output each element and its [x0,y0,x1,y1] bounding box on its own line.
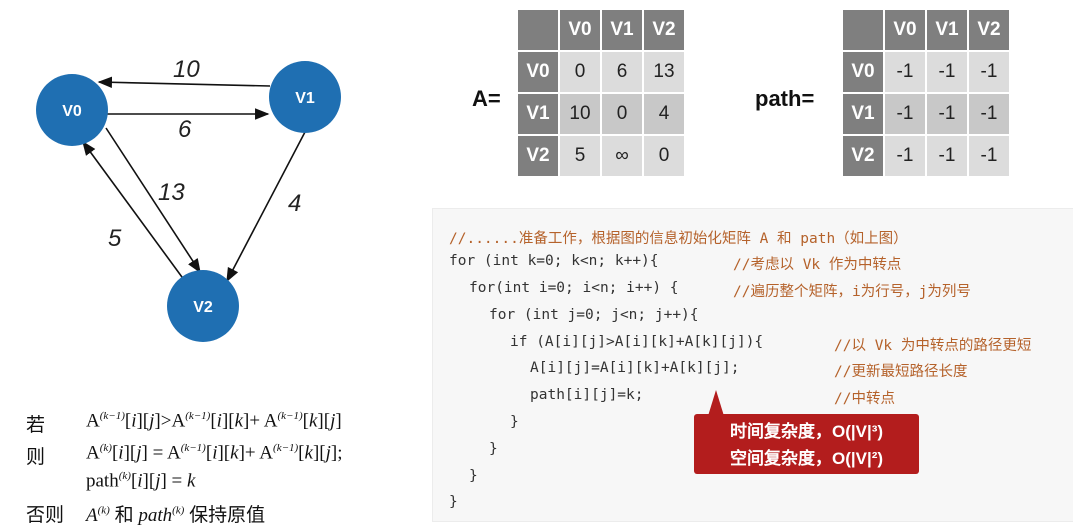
matrix-a-cell: 0 [602,94,642,134]
matrix-path-row-header: V0 [843,52,883,92]
matrix-path-cell: -1 [969,94,1009,134]
edge-weight-v0-v1: 6 [178,116,192,143]
formula-if-word: 若 [26,415,46,436]
matrix-path-row-header: V1 [843,94,883,134]
matrix-path-col-header: V2 [969,10,1009,50]
matrix-a-cell: 0 [560,52,600,92]
code-close-brace: } [489,441,498,457]
matrix-a-corner [518,10,558,50]
matrix-path-cell: -1 [885,136,925,176]
matrix-path-row-header: V2 [843,136,883,176]
edge-weight-v2-v0: 5 [108,225,122,252]
formula-if-condition: A(k−1)[i][j]>A(k−1)[i][k]+ A(k−1)[k][j] [86,410,342,432]
code-close-brace: } [469,468,478,484]
time-complexity: 时间复杂度，O(|V|³) [729,422,884,441]
matrix-a-row-header: V0 [518,52,558,92]
matrix-a-col-header: V2 [644,10,684,50]
code-comment-init: //......准备工作，根据图的信息初始化矩阵 A 和 path（如上图） [449,231,908,247]
matrix-path-cell: -1 [927,136,967,176]
matrix-a-cell: 10 [560,94,600,134]
code-comment-for-i: //遍历整个矩阵，i为行号，j为列号 [733,284,971,300]
matrix-a: V0 V1 V2 V0 0 6 13 V1 10 0 4 V2 5 ∞ 0 [516,8,686,178]
matrix-path-cell: -1 [969,136,1009,176]
matrix-a-cell: 6 [602,52,642,92]
edge-weight-v1-v2: 4 [288,190,301,217]
formula-then-update-a: A(k)[i][j] = A(k−1)[i][k]+ A(k−1)[k][j]; [86,442,343,464]
formula-then-update-path: path(k)[i][j] = k [86,470,196,492]
node-v2: V2 [167,270,239,342]
code-line-for-k: for (int k=0; k<n; k++){ [449,253,659,269]
code-close-brace: } [449,494,458,510]
code-line-if: if (A[i][j]>A[i][k]+A[k][j]){ [510,334,764,350]
matrix-path-cell: -1 [885,52,925,92]
matrix-a-cell: 0 [644,136,684,176]
matrix-path-corner [843,10,883,50]
matrix-path-cell: -1 [885,94,925,134]
matrix-a-row-header: V2 [518,136,558,176]
node-v2-label: V2 [193,299,213,316]
matrix-path-col-header: V0 [885,10,925,50]
matrix-a-cell: 4 [644,94,684,134]
matrix-path-cell: -1 [927,94,967,134]
code-close-brace: } [510,414,519,430]
code-comment-update-path: //中转点 [834,391,895,407]
code-comment-for-k: //考虑以 Vk 作为中转点 [733,257,902,273]
space-complexity: 空间复杂度，O(|V|²) [729,449,884,468]
node-v1-label: V1 [295,90,315,107]
formula-keep-word: 保持原值 [189,505,266,526]
code-line-update-path: path[i][j]=k; [530,387,644,403]
graph-diagram: 10 6 13 4 5 V0 V1 V2 [36,56,341,342]
matrix-a-label: A= [472,86,501,111]
edge-weight-v0-v2: 13 [158,179,185,206]
code-comment-if: //以 Vk 为中转点的路径更短 [834,338,1032,354]
complexity-callout: 时间复杂度，O(|V|³) 空间复杂度，O(|V|²) [694,414,919,474]
matrix-path-cell: -1 [927,52,967,92]
node-v1: V1 [269,61,341,133]
node-v0: V0 [36,74,108,146]
node-v0-label: V0 [62,103,82,120]
code-block: //......准备工作，根据图的信息初始化矩阵 A 和 path（如上图） f… [432,208,1073,522]
matrix-path-col-header: V1 [927,10,967,50]
formula-and-word: 和 [114,505,134,526]
matrix-path-cell: -1 [969,52,1009,92]
matrix-path: V0 V1 V2 V0 -1 -1 -1 V1 -1 -1 -1 V2 -1 -… [841,8,1011,178]
formula-then-word: 则 [26,447,46,468]
formula-else-word: 否则 [26,505,65,526]
code-line-for-i: for(int i=0; i<n; i++) { [469,280,679,296]
edge-weight-v1-v0: 10 [173,56,200,83]
matrix-a-row-header: V1 [518,94,558,134]
code-line-update-a: A[i][j]=A[i][k]+A[k][j]; [530,360,740,376]
code-comment-update-a: //更新最短路径长度 [834,364,968,380]
formula-else-keep: A(k) 和 path(k) 保持原值 [86,504,266,526]
matrix-a-cell: ∞ [602,136,642,176]
matrix-a-cell: 5 [560,136,600,176]
matrix-a-col-header: V1 [602,10,642,50]
matrix-a-col-header: V0 [560,10,600,50]
code-line-for-j: for (int j=0; j<n; j++){ [489,307,699,323]
matrix-a-cell: 13 [644,52,684,92]
matrix-path-label: path= [755,86,815,111]
edge-v2-v0 [82,140,191,289]
